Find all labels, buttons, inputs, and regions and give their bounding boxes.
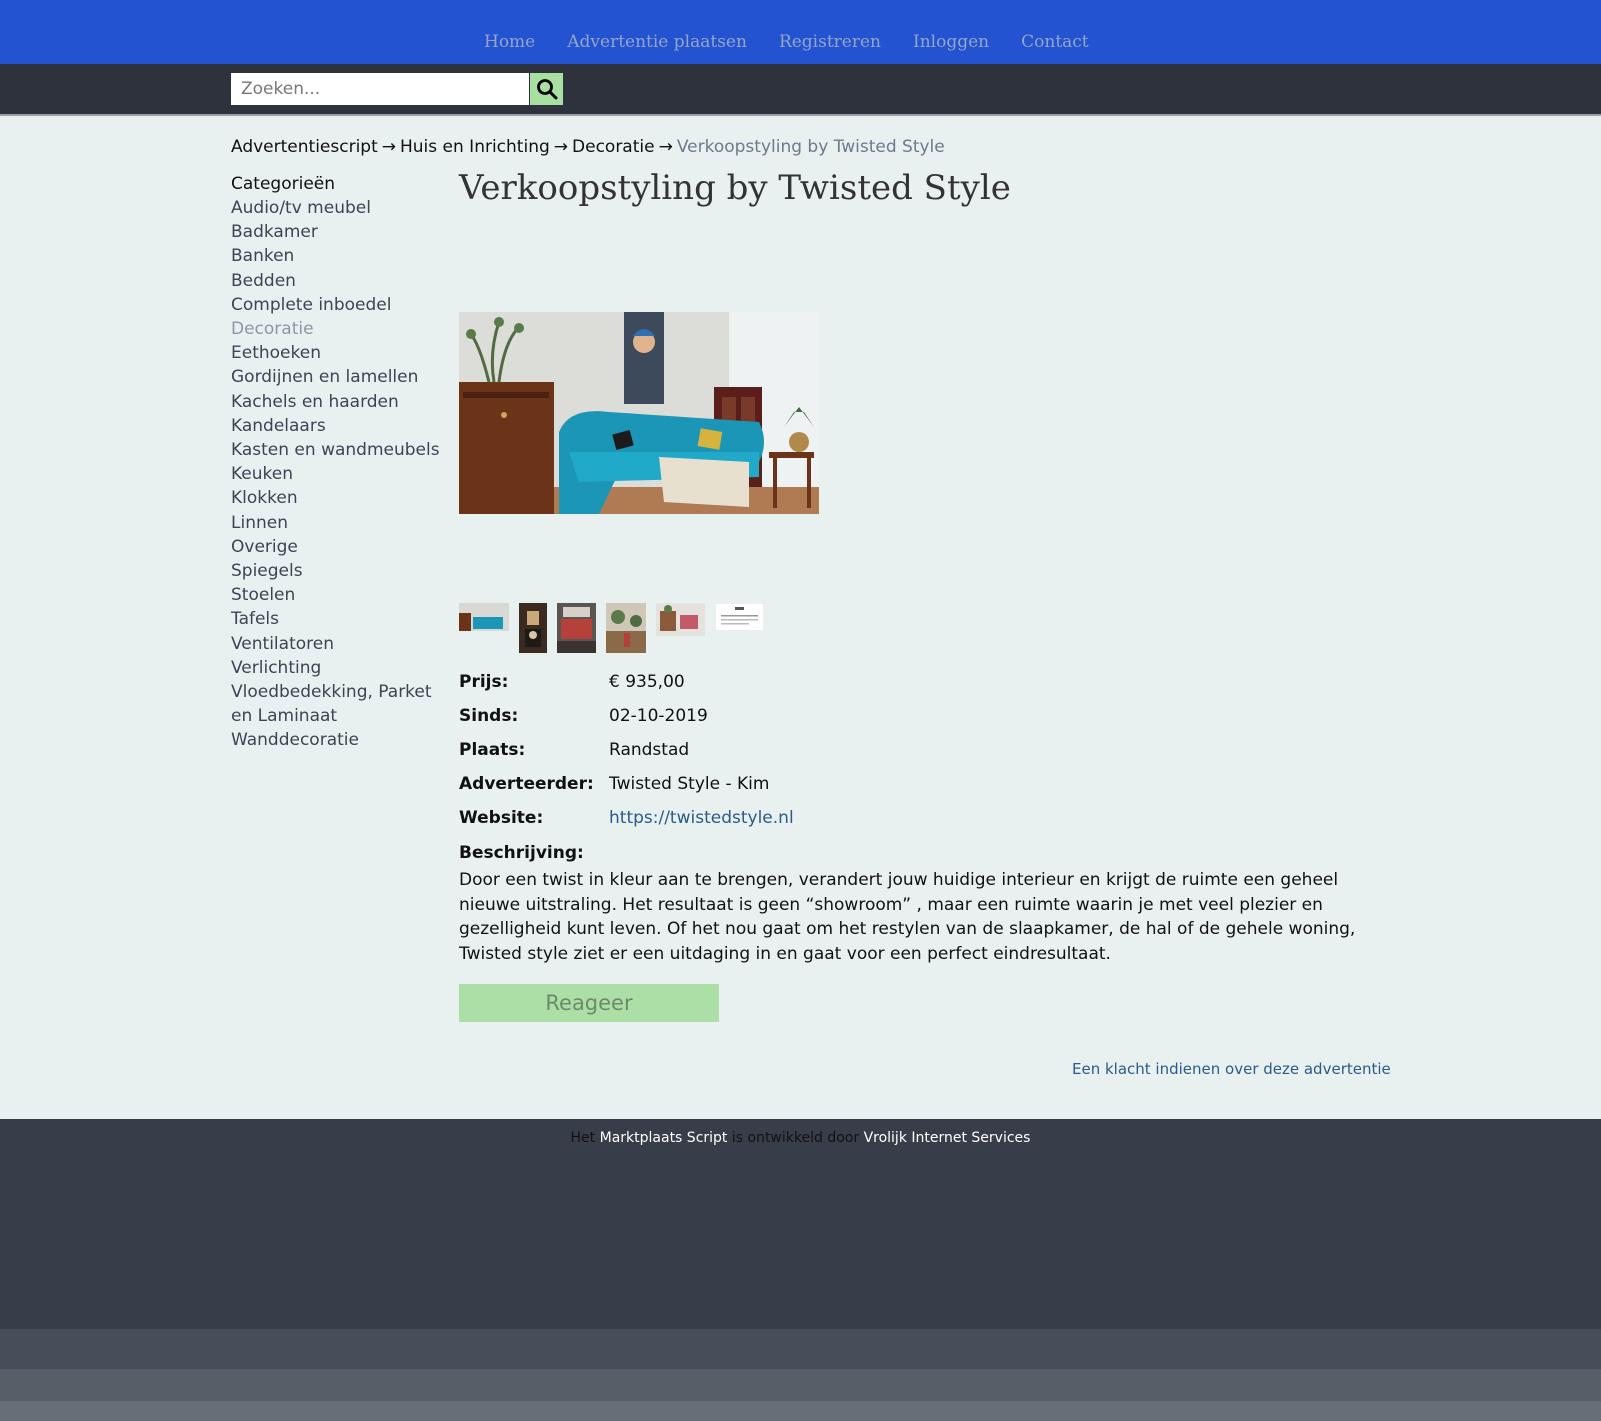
category-link[interactable]: Wanddecoratie: [231, 728, 446, 752]
nav-item-contact[interactable]: Contact: [1021, 32, 1089, 52]
description-label: Beschrijving:: [459, 843, 584, 863]
location-label: Plaats:: [459, 740, 526, 760]
reply-button[interactable]: Reageer: [459, 984, 719, 1022]
nav-menu: Home Advertentie plaatsen Registreren In…: [484, 32, 1121, 52]
footer-text-part2: is ontwikkeld door: [731, 1130, 860, 1146]
category-link[interactable]: Audio/tv meubel: [231, 196, 446, 220]
category-link-active[interactable]: Decoratie: [231, 317, 446, 341]
category-link[interactable]: Stoelen: [231, 583, 446, 607]
category-link[interactable]: Bedden: [231, 269, 446, 293]
thumbnail-3[interactable]: [557, 603, 596, 653]
detail-row-advertiser: Adverteerder: Twisted Style - Kim: [459, 774, 794, 808]
detail-row-location: Plaats: Randstad: [459, 740, 794, 774]
search-button[interactable]: [530, 73, 563, 105]
thumbnail-strip: [459, 603, 774, 653]
advertiser-value: Twisted Style - Kim: [609, 774, 770, 794]
breadcrumb-item-advertentiescript[interactable]: Advertentiescript: [231, 137, 378, 157]
category-link[interactable]: Spiegels: [231, 559, 446, 583]
category-link[interactable]: Badkamer: [231, 220, 446, 244]
breadcrumb-item-decoratie[interactable]: Decoratie: [572, 137, 655, 157]
complaint-link[interactable]: Een klacht indienen over deze advertenti…: [1072, 1060, 1391, 1078]
detail-row-website: Website: https://twistedstyle.nl: [459, 808, 794, 842]
footer: [0, 1119, 1601, 1329]
category-link[interactable]: Kasten en wandmeubels: [231, 438, 446, 462]
thumbnail-1[interactable]: [459, 603, 509, 631]
nav-item-inloggen[interactable]: Inloggen: [913, 32, 989, 52]
detail-row-since: Sinds: 02-10-2019: [459, 706, 794, 740]
listing-title: Verkoopstyling by Twisted Style: [459, 168, 1011, 208]
detail-row-price: Prijs: € 935,00: [459, 672, 794, 706]
category-link[interactable]: Kachels en haarden: [231, 390, 446, 414]
thumbnail-4[interactable]: [606, 603, 646, 653]
nav-item-advertentie-plaatsen[interactable]: Advertentie plaatsen: [567, 32, 747, 52]
footer-band: [0, 1401, 1601, 1421]
advertiser-label: Adverteerder:: [459, 774, 594, 794]
location-value: Randstad: [609, 740, 690, 760]
footer-band: [0, 1369, 1601, 1401]
website-label: Website:: [459, 808, 544, 828]
category-link[interactable]: Vloedbedekking, Parket en Laminaat: [231, 680, 446, 728]
category-link[interactable]: Keuken: [231, 462, 446, 486]
search-icon: [536, 79, 557, 100]
price-label: Prijs:: [459, 672, 509, 692]
category-link[interactable]: Tafels: [231, 607, 446, 631]
thumbnail-6[interactable]: [715, 603, 764, 631]
breadcrumb-separator: →: [658, 137, 673, 157]
category-link[interactable]: Gordijnen en lamellen: [231, 365, 446, 389]
website-link[interactable]: https://twistedstyle.nl: [609, 808, 794, 842]
footer-link-marktplaats-script[interactable]: Marktplaats Script: [600, 1130, 728, 1146]
breadcrumb-separator: →: [553, 137, 569, 157]
category-sidebar: Categorieën Audio/tv meubel Badkamer Ban…: [231, 172, 446, 753]
thumbnail-2[interactable]: [519, 603, 547, 653]
search-input[interactable]: [231, 73, 529, 105]
nav-item-registreren[interactable]: Registreren: [779, 32, 881, 52]
category-link[interactable]: Overige: [231, 535, 446, 559]
top-navigation: Home Advertentie plaatsen Registreren In…: [0, 0, 1601, 64]
footer-band: [0, 1329, 1601, 1369]
footer-link-vrolijk-internet-services[interactable]: Vrolijk Internet Services: [864, 1130, 1031, 1146]
thumbnail-5[interactable]: [656, 603, 705, 636]
since-label: Sinds:: [459, 706, 519, 726]
breadcrumb-item-huis-en-inrichting[interactable]: Huis en Inrichting: [400, 137, 550, 157]
category-link[interactable]: Kandelaars: [231, 414, 446, 438]
listing-details: Prijs: € 935,00 Sinds: 02-10-2019 Plaats…: [459, 672, 794, 842]
category-link[interactable]: Klokken: [231, 486, 446, 510]
since-value: 02-10-2019: [609, 706, 708, 726]
description-text: Door een twist in kleur aan te brengen, …: [459, 870, 1356, 964]
sidebar-heading: Categorieën: [231, 174, 336, 194]
footer-text-part1: Het: [570, 1130, 596, 1146]
category-link[interactable]: Linnen: [231, 511, 446, 535]
price-value: € 935,00: [609, 672, 685, 692]
breadcrumb-separator: →: [381, 137, 396, 157]
category-link[interactable]: Eethoeken: [231, 341, 446, 365]
breadcrumb: Advertentiescript → Huis en Inrichting → Dec…: [231, 137, 945, 157]
breadcrumb-current: Verkoopstyling by Twisted Style: [676, 137, 945, 157]
category-link[interactable]: Ventilatoren: [231, 632, 446, 656]
category-link[interactable]: Complete inboedel: [231, 293, 446, 317]
footer-credits: Het Marktplaats Script is ontwikkeld doo…: [0, 1130, 1601, 1146]
nav-item-home[interactable]: Home: [484, 32, 535, 52]
category-link[interactable]: Banken: [231, 244, 446, 268]
category-link[interactable]: Verlichting: [231, 656, 446, 680]
main-listing-photo[interactable]: [459, 312, 819, 514]
